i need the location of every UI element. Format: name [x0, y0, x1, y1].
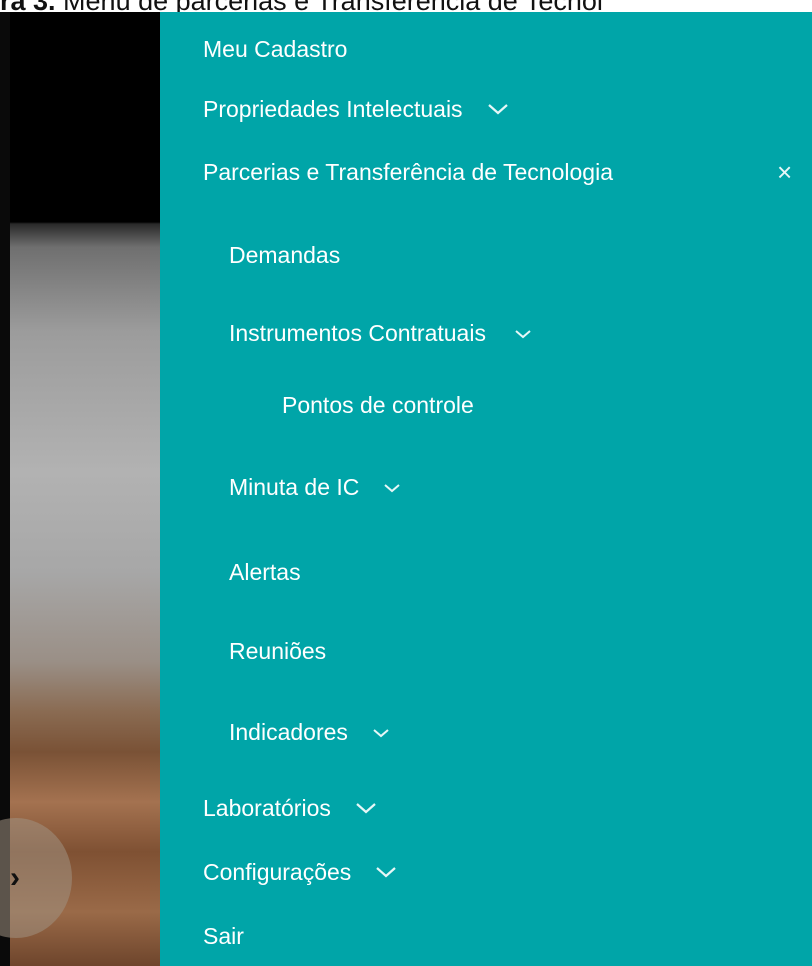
- menu-item-propriedades-intelectuais[interactable]: Propriedades Intelectuais: [203, 94, 509, 124]
- menu-item-label: Reuniões: [229, 637, 327, 664]
- submenu-item-reunioes[interactable]: Reuniões: [229, 636, 326, 666]
- submenu-item-minuta-de-ic[interactable]: Minuta de IC: [229, 472, 401, 502]
- menu-item-label: Indicadores: [229, 718, 348, 745]
- chevron-right-icon[interactable]: ›: [10, 860, 26, 896]
- chevron-down-icon[interactable]: [514, 326, 532, 340]
- submenu-item-instrumentos-contratuais[interactable]: Instrumentos Contratuais: [229, 318, 532, 348]
- menu-item-label: Demandas: [229, 241, 341, 268]
- submenu-item-alertas[interactable]: Alertas: [229, 557, 301, 587]
- menu-item-configuracoes[interactable]: Configurações: [203, 857, 397, 887]
- chevron-down-icon[interactable]: [375, 865, 397, 879]
- menu-item-sair[interactable]: Sair: [203, 921, 244, 951]
- submenu-item-demandas[interactable]: Demandas: [229, 240, 340, 270]
- side-menu: Meu Cadastro Propriedades Intelectuais P…: [160, 12, 812, 966]
- submenu-item-indicadores[interactable]: Indicadores: [229, 717, 390, 747]
- submenu-item-pontos-de-controle[interactable]: Pontos de controle: [282, 390, 474, 420]
- chevron-down-icon[interactable]: [487, 102, 509, 116]
- menu-item-label: Minuta de IC: [229, 473, 360, 500]
- chevron-down-icon[interactable]: [355, 801, 377, 815]
- menu-item-label: Propriedades Intelectuais: [203, 95, 463, 122]
- menu-item-label: Parcerias e Transferência de Tecnologia: [203, 158, 613, 185]
- close-icon[interactable]: ×: [777, 157, 792, 187]
- menu-item-label: Meu Cadastro: [203, 35, 348, 62]
- menu-item-parcerias[interactable]: Parcerias e Transferência de Tecnologia: [203, 157, 613, 187]
- menu-item-label: Alertas: [229, 558, 301, 585]
- menu-item-label: Laboratórios: [203, 794, 331, 821]
- menu-item-label: Sair: [203, 922, 244, 949]
- chevron-down-icon[interactable]: [383, 480, 401, 494]
- menu-item-label: Instrumentos Contratuais: [229, 319, 486, 346]
- menu-item-meu-cadastro[interactable]: Meu Cadastro: [203, 34, 347, 64]
- menu-item-label: Pontos de controle: [282, 391, 474, 418]
- menu-item-laboratorios[interactable]: Laboratórios: [203, 793, 377, 823]
- menu-item-label: Configurações: [203, 858, 352, 885]
- chevron-down-icon[interactable]: [372, 725, 390, 739]
